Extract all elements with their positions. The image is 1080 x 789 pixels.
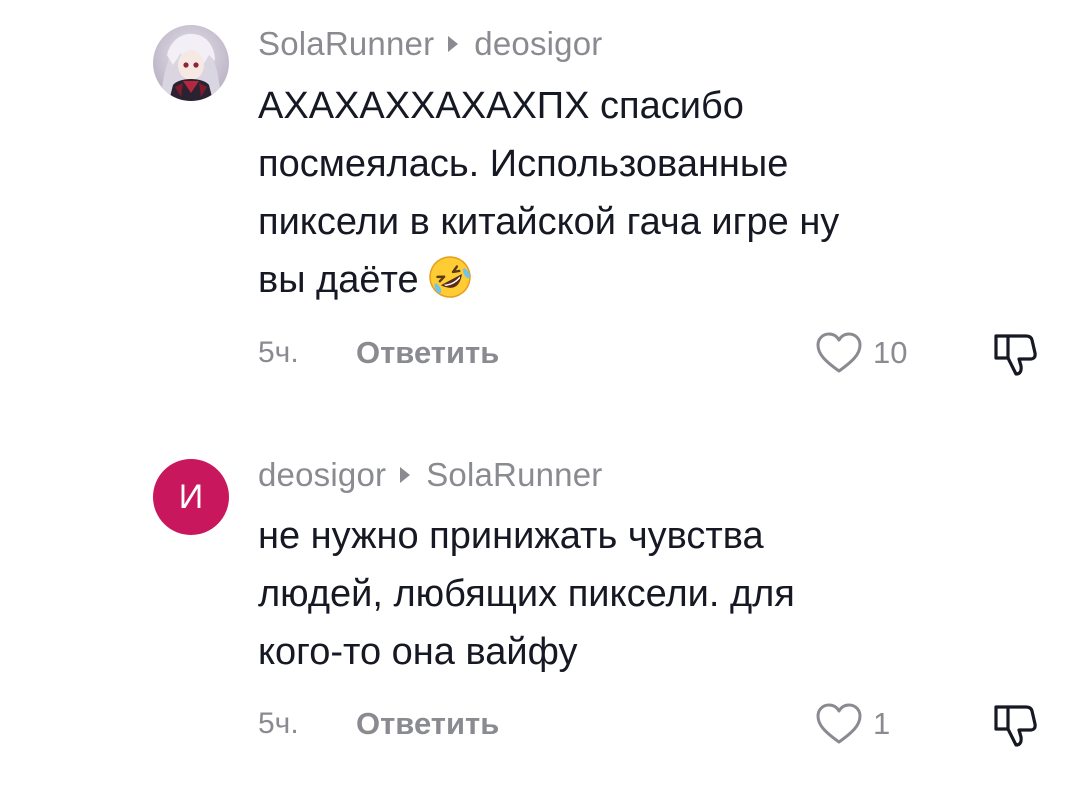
avatar-letter: И (178, 477, 204, 516)
like-button[interactable]: 1 (815, 702, 890, 746)
comment-time: 5ч. (258, 707, 299, 740)
thumbs-down-icon (994, 705, 1037, 747)
like-count: 10 (873, 335, 908, 370)
comment-header: SolaRunner deosigor (258, 24, 602, 64)
avatar-image (153, 25, 229, 101)
dislike-button[interactable] (990, 699, 1040, 749)
rolling-on-floor-laughing-emoji-icon (427, 254, 473, 317)
reply-button[interactable]: Ответить (356, 706, 499, 742)
reply-arrow-icon (448, 36, 459, 52)
avatar[interactable] (153, 25, 229, 101)
comment-text: не нужно принижать чувства людей, любящи… (258, 507, 1018, 681)
comment-time: 5ч. (258, 336, 299, 369)
author-name[interactable]: deosigor (258, 456, 386, 494)
reply-to-name[interactable]: SolaRunner (426, 456, 602, 494)
comment-header: deosigor SolaRunner (258, 455, 602, 495)
heart-icon (816, 703, 862, 744)
comment-item: И deosigor SolaRunner не нужно принижать… (0, 440, 1080, 789)
like-button[interactable]: 10 (815, 331, 907, 375)
comment-text-content: АХАХАХХАХАХПХ спасибо посмеялась. Исполь… (258, 85, 840, 301)
author-name[interactable]: SolaRunner (258, 25, 434, 63)
avatar[interactable]: И (153, 459, 229, 535)
dislike-button[interactable] (990, 328, 1040, 378)
comment-footer: 5ч. Ответить (258, 331, 499, 375)
comment-item: SolaRunner deosigor АХАХАХХАХАХПХ спасиб… (0, 0, 1080, 400)
like-count: 1 (873, 706, 891, 741)
comment-footer: 5ч. Ответить (258, 702, 499, 746)
comment-text-content: не нужно принижать чувства людей, любящи… (258, 515, 795, 673)
reply-to-name[interactable]: deosigor (474, 25, 602, 63)
reply-arrow-icon (400, 467, 411, 483)
comment-text: АХАХАХХАХАХПХ спасибо посмеялась. Исполь… (258, 77, 1018, 317)
thumbs-down-icon (994, 334, 1037, 376)
reply-button[interactable]: Ответить (356, 335, 499, 371)
heart-icon (816, 332, 862, 373)
